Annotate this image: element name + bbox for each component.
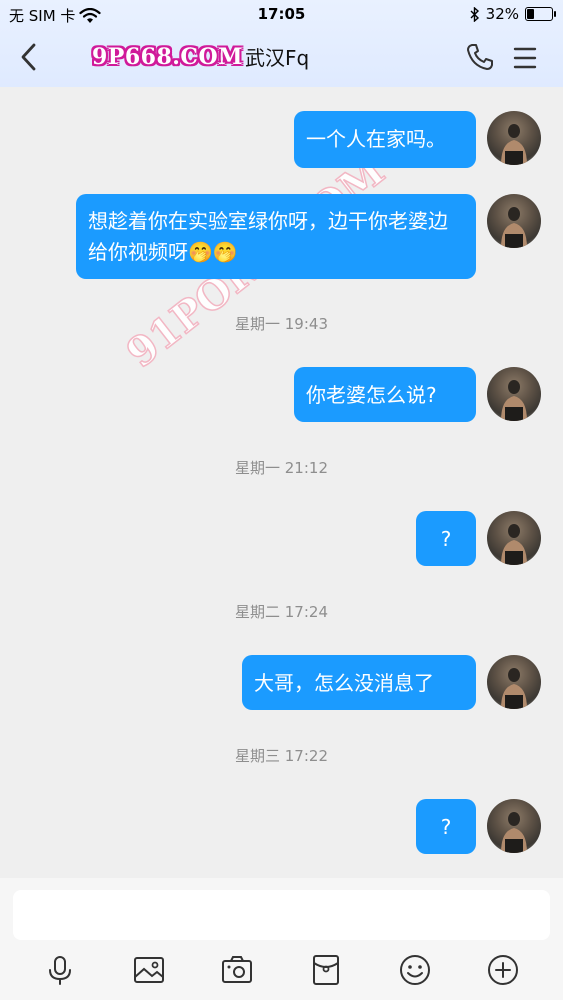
back-chevron-icon[interactable] <box>14 39 44 75</box>
chat-title: 9P668.COM 武汉Fq <box>92 42 309 71</box>
phone-icon[interactable] <box>464 41 496 73</box>
message-bubble[interactable]: ? <box>416 799 476 854</box>
emoji-icon[interactable] <box>398 953 432 987</box>
message-text: 一个人在家吗。 <box>306 127 446 151</box>
message-bubble[interactable]: 想趁着你在实验室绿你呀，边干你老婆边给你视频呀🤭🤭 <box>76 194 476 279</box>
battery-percent: 32% <box>485 5 519 23</box>
battery-fill <box>527 9 535 19</box>
timestamp: 星期二 17:24 <box>235 603 328 621</box>
message-text: 想趁着你在实验室绿你呀，边干你老婆边给你视频呀🤭🤭 <box>88 209 448 264</box>
battery-icon <box>525 7 556 21</box>
bluetooth-icon <box>470 6 479 22</box>
message-bubble[interactable]: 你老婆怎么说? <box>294 367 476 422</box>
avatar[interactable] <box>487 799 541 853</box>
nav-bar: 9P668.COM 武汉Fq <box>0 33 563 81</box>
avatar[interactable] <box>487 194 541 248</box>
plus-icon[interactable] <box>486 953 520 987</box>
microphone-icon[interactable] <box>43 953 77 987</box>
message-bubble[interactable]: 一个人在家吗。 <box>294 111 476 168</box>
message-text: 大哥，怎么没消息了 <box>254 671 434 695</box>
avatar[interactable] <box>487 511 541 565</box>
message-text: 你老婆怎么说? <box>306 383 437 407</box>
timestamp: 星期一 19:43 <box>235 315 328 333</box>
status-bar: 无 SIM 卡 17:05 32% <box>0 0 563 30</box>
message-text: ? <box>440 527 452 551</box>
person-photo <box>501 124 527 165</box>
message-input[interactable] <box>13 890 550 940</box>
contact-name: 武汉Fq <box>244 46 310 70</box>
composer <box>0 878 563 1000</box>
avatar[interactable] <box>487 367 541 421</box>
timestamp: 星期一 21:12 <box>235 459 328 477</box>
message-text: ? <box>440 815 452 839</box>
chat-header: 无 SIM 卡 17:05 32% 9P668.COM 武汉Fq <box>0 0 563 87</box>
red-packet-icon[interactable] <box>309 953 343 987</box>
camera-icon[interactable] <box>220 953 254 987</box>
image-icon[interactable] <box>132 953 166 987</box>
avatar[interactable] <box>487 111 541 165</box>
message-bubble[interactable]: ? <box>416 511 476 566</box>
site-watermark-text: 9P668.COM <box>92 43 243 70</box>
message-bubble[interactable]: 大哥，怎么没消息了 <box>242 655 476 710</box>
avatar[interactable] <box>487 655 541 709</box>
timestamp: 星期三 17:22 <box>235 747 328 765</box>
menu-icon[interactable] <box>510 43 540 73</box>
